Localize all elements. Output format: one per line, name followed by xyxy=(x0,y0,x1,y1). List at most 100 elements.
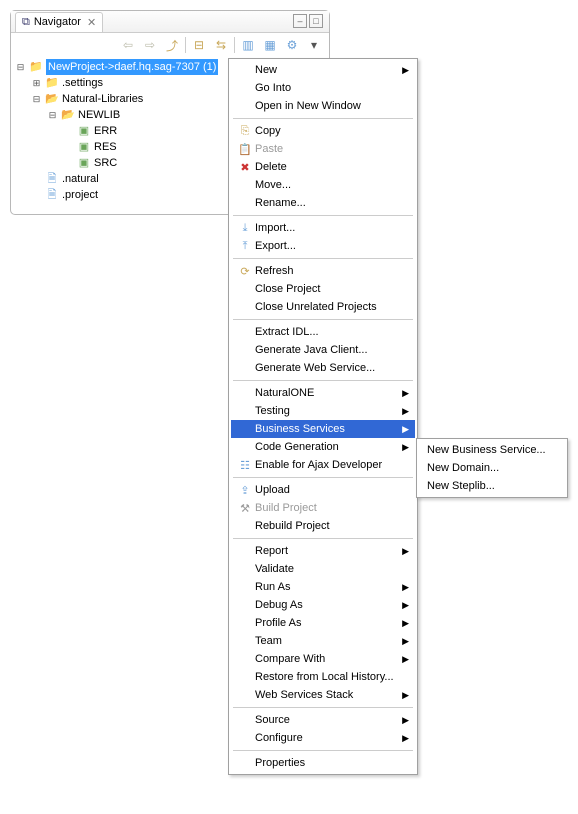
business-services-submenu: New Business Service... New Domain... Ne… xyxy=(416,438,568,498)
tree-label: .natural xyxy=(62,171,99,187)
menu-label: Upload xyxy=(255,484,397,496)
menu-testing[interactable]: Testing ▶ xyxy=(231,402,415,420)
file-icon: 🗎 xyxy=(44,171,60,187)
menu-new[interactable]: New ▶ xyxy=(231,61,415,79)
menu-debug-as[interactable]: Debug As ▶ xyxy=(231,596,415,614)
menu-refresh[interactable]: ⟳ Refresh xyxy=(231,262,415,280)
menu-label: New Domain... xyxy=(427,462,547,474)
menu-team[interactable]: Team ▶ xyxy=(231,632,415,650)
menu-label: Extract IDL... xyxy=(255,326,397,338)
settings-button[interactable]: ⚙ xyxy=(283,36,301,54)
menu-naturalone[interactable]: NaturalONE ▶ xyxy=(231,384,415,402)
view-menu-button[interactable]: ▾ xyxy=(305,36,323,54)
menu-label: Generate Web Service... xyxy=(255,362,397,374)
menu-upload[interactable]: ⇪ Upload xyxy=(231,481,415,499)
filter-button[interactable]: ▥ xyxy=(239,36,257,54)
menu-separator xyxy=(233,750,413,751)
menu-web-services-stack[interactable]: Web Services Stack ▶ xyxy=(231,686,415,704)
sub-folder-icon: ▣ xyxy=(76,155,92,171)
menu-extract-idl[interactable]: Extract IDL... xyxy=(231,323,415,341)
menu-close-unrelated-projects[interactable]: Close Unrelated Projects xyxy=(231,298,415,316)
menu-move[interactable]: Move... xyxy=(231,176,415,194)
menu-copy[interactable]: ⎘ Copy xyxy=(231,122,415,140)
menu-open-new-window[interactable]: Open in New Window xyxy=(231,97,415,115)
menu-profile-as[interactable]: Profile As ▶ xyxy=(231,614,415,632)
collapse-icon[interactable]: ⊟ xyxy=(15,59,26,75)
menu-label: Compare With xyxy=(255,653,397,665)
menu-label: Rebuild Project xyxy=(255,520,397,532)
tree-label: .settings xyxy=(62,75,103,91)
link-editor-button[interactable]: ⇆ xyxy=(212,36,230,54)
menu-label: Go Into xyxy=(255,82,397,94)
menu-code-generation[interactable]: Code Generation ▶ xyxy=(231,438,415,456)
menu-run-as[interactable]: Run As ▶ xyxy=(231,578,415,596)
submenu-new-domain[interactable]: New Domain... xyxy=(419,459,565,477)
separator xyxy=(185,37,186,53)
menu-label: Profile As xyxy=(255,617,397,629)
minimize-view-button[interactable]: – xyxy=(293,14,307,28)
menu-business-services[interactable]: Business Services ▶ xyxy=(231,420,415,438)
menu-rename[interactable]: Rename... xyxy=(231,194,415,212)
menu-label: New Steplib... xyxy=(427,480,547,492)
import-icon: ⤓ xyxy=(235,222,255,235)
submenu-new-business-service[interactable]: New Business Service... xyxy=(419,441,565,459)
menu-validate[interactable]: Validate xyxy=(231,560,415,578)
menu-separator xyxy=(233,538,413,539)
collapse-icon[interactable]: ⊟ xyxy=(47,107,58,123)
menu-label: Paste xyxy=(255,143,397,155)
menu-generate-web-service[interactable]: Generate Web Service... xyxy=(231,359,415,377)
menu-enable-ajax[interactable]: ☷ Enable for Ajax Developer xyxy=(231,456,415,474)
submenu-arrow-icon: ▶ xyxy=(402,546,409,557)
submenu-arrow-icon: ▶ xyxy=(402,388,409,399)
menu-properties[interactable]: Properties xyxy=(231,754,415,772)
submenu-new-steplib[interactable]: New Steplib... xyxy=(419,477,565,495)
close-icon[interactable]: ✕ xyxy=(87,16,96,29)
menu-label: Validate xyxy=(255,563,397,575)
menu-label: New Business Service... xyxy=(427,444,547,456)
refresh-button[interactable]: ▦ xyxy=(261,36,279,54)
menu-delete[interactable]: ✖ Delete xyxy=(231,158,415,176)
forward-button[interactable]: ⇨ xyxy=(141,36,159,54)
back-button[interactable]: ⇦ xyxy=(119,36,137,54)
menu-label: Build Project xyxy=(255,502,397,514)
menu-restore-history[interactable]: Restore from Local History... xyxy=(231,668,415,686)
menu-go-into[interactable]: Go Into xyxy=(231,79,415,97)
menu-import[interactable]: ⤓ Import... xyxy=(231,219,415,237)
menu-generate-java-client[interactable]: Generate Java Client... xyxy=(231,341,415,359)
collapse-icon[interactable]: ⊟ xyxy=(31,91,42,107)
submenu-arrow-icon: ▶ xyxy=(402,600,409,611)
maximize-view-button[interactable]: □ xyxy=(309,14,323,28)
expand-icon[interactable]: ⊞ xyxy=(31,75,42,91)
menu-label: Source xyxy=(255,714,397,726)
navigator-tab[interactable]: ⧉ Navigator ✕ xyxy=(15,12,103,32)
menu-label: Close Unrelated Projects xyxy=(255,301,397,313)
tree-label: NEWLIB xyxy=(78,107,120,123)
menu-separator xyxy=(233,258,413,259)
menu-label: Testing xyxy=(255,405,397,417)
submenu-arrow-icon: ▶ xyxy=(402,618,409,629)
menu-report[interactable]: Report ▶ xyxy=(231,542,415,560)
tree-label: NewProject->daef.hq.sag-7307 (1) xyxy=(46,59,218,75)
tree-label: ERR xyxy=(94,123,117,139)
menu-separator xyxy=(233,319,413,320)
view-toolbar: ⇦ ⇨ ⤴ ⊟ ⇆ ▥ ▦ ⚙ ▾ xyxy=(11,33,329,57)
menu-compare-with[interactable]: Compare With ▶ xyxy=(231,650,415,668)
menu-label: Configure xyxy=(255,732,397,744)
menu-separator xyxy=(233,215,413,216)
sub-folder-icon: ▣ xyxy=(76,123,92,139)
menu-label: Delete xyxy=(255,161,397,173)
menu-close-project[interactable]: Close Project xyxy=(231,280,415,298)
submenu-arrow-icon: ▶ xyxy=(402,442,409,453)
menu-configure[interactable]: Configure ▶ xyxy=(231,729,415,747)
menu-label: New xyxy=(255,64,397,76)
menu-label: Generate Java Client... xyxy=(255,344,397,356)
menu-label: Open in New Window xyxy=(255,100,397,112)
menu-source[interactable]: Source ▶ xyxy=(231,711,415,729)
menu-rebuild-project[interactable]: Rebuild Project xyxy=(231,517,415,535)
up-button[interactable]: ⤴ xyxy=(163,36,181,54)
menu-export[interactable]: ⤒ Export... xyxy=(231,237,415,255)
submenu-arrow-icon: ▶ xyxy=(402,65,409,76)
menu-separator xyxy=(233,707,413,708)
collapse-all-button[interactable]: ⊟ xyxy=(190,36,208,54)
submenu-arrow-icon: ▶ xyxy=(402,733,409,744)
